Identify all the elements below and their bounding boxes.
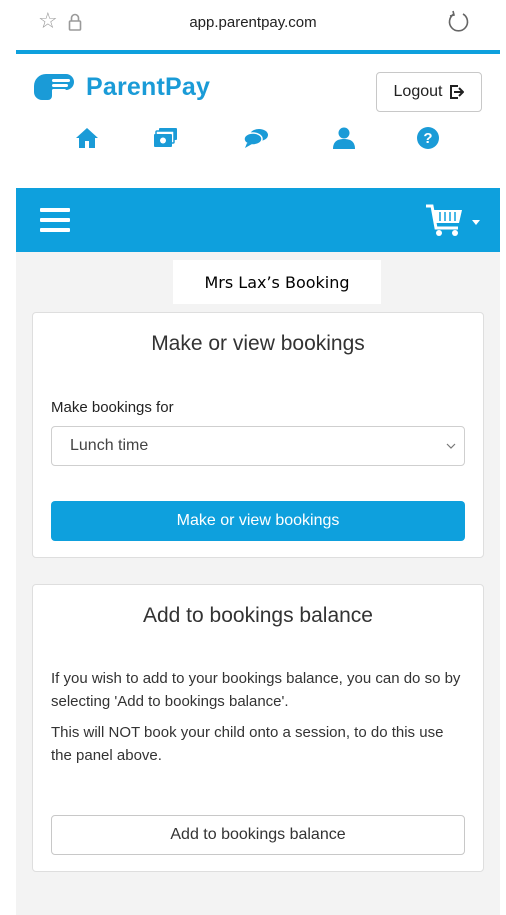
main-menu-bar [16,188,500,252]
browser-address-bar: ☆ app.parentpay.com [0,0,506,48]
add-to-bookings-balance-button[interactable]: Add to bookings balance [51,815,465,855]
bookings-panel: Make or view bookings Make bookings for … [32,312,484,558]
payments-icon[interactable] [152,124,180,152]
logo-hand-icon [34,74,74,100]
home-icon[interactable] [73,124,101,152]
svg-text:?: ? [423,130,432,147]
logout-icon [450,85,465,99]
help-icon[interactable]: ? [414,124,442,152]
page-title: Mrs Lax’s Booking [173,260,381,304]
balance-panel-heading: Add to bookings balance [142,604,373,627]
booking-type-select[interactable]: Lunch time [51,426,465,466]
logout-button[interactable]: Logout [376,72,482,112]
main-content: Mrs Lax’s Booking Make or view bookings … [16,252,500,915]
parentpay-logo[interactable]: ParentPay [32,72,210,102]
balance-warning-text: This will NOT book your child onto a ses… [51,724,444,764]
logo-text: ParentPay [86,72,211,101]
bookings-balance-panel: Add to bookings balance If you wish to a… [32,584,484,872]
booking-type-selected-value: Lunch time [70,437,149,454]
messages-icon[interactable] [242,124,270,152]
balance-info-text: If you wish to add to your bookings bala… [51,670,461,710]
make-or-view-bookings-button[interactable]: Make or view bookings [51,501,465,541]
chevron-down-icon [446,443,456,449]
hamburger-menu-icon[interactable] [40,208,70,232]
nav-icon-bar: ? [16,124,500,154]
make-bookings-for-label: Make bookings for [51,399,174,416]
basket-dropdown-icon[interactable] [424,202,484,238]
url-text[interactable]: app.parentpay.com [0,14,506,31]
logout-label: Logout [393,83,443,100]
bookings-panel-heading: Make or view bookings [151,332,365,355]
profile-icon[interactable] [330,124,358,152]
app-header: ParentPay Logout ? [16,54,500,188]
reload-icon[interactable] [446,9,470,33]
